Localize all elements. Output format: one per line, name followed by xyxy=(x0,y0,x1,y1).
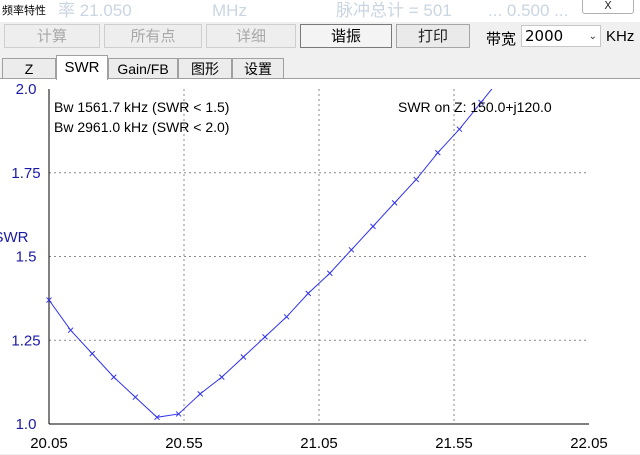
title-bar: 率 21.050 MHz 脉冲总计 = 501 ... 0.500 ... 频率… xyxy=(0,0,640,22)
close-button[interactable]: X xyxy=(582,0,634,14)
data-point-marker xyxy=(348,246,355,253)
chevron-down-icon: ⌄ xyxy=(588,31,597,42)
data-point-marker xyxy=(413,176,420,183)
tab-bar: Z SWR Gain/FB 图形 设置 xyxy=(0,55,640,80)
data-point-marker xyxy=(283,313,290,320)
x-tick-label: 20.55 xyxy=(165,435,203,452)
tab-settings[interactable]: 设置 xyxy=(232,58,284,79)
window-title: 频率特性 xyxy=(2,4,46,17)
bandwidth-swr-2-0: Bw 2961.0 kHz (SWR < 2.0) xyxy=(54,119,230,135)
all-points-button[interactable]: 所有点 xyxy=(104,24,202,48)
data-point-marker xyxy=(370,223,376,230)
close-icon: X xyxy=(604,0,612,12)
y-tick-label: 1.5 xyxy=(16,249,37,266)
toolbar: 计算 所有点 详细 谐振 打印 带宽 2000 ⌄ KHz xyxy=(0,22,640,52)
background-text-value: ... 0.500 ... xyxy=(488,1,569,20)
swr-on-z: SWR on Z: 150.0+j120.0 xyxy=(398,99,552,115)
print-button[interactable]: 打印 xyxy=(396,24,470,48)
data-point-marker xyxy=(89,350,96,357)
details-button[interactable]: 详细 xyxy=(206,24,296,48)
data-point-marker xyxy=(240,354,247,360)
calculate-button[interactable]: 计算 xyxy=(4,24,100,48)
x-tick-label: 20.05 xyxy=(30,435,68,452)
y-tick-label: 1.75 xyxy=(11,165,40,182)
x-tick-label: 22.05 xyxy=(570,435,608,452)
data-point-marker xyxy=(218,374,225,380)
resonance-button[interactable]: 谐振 xyxy=(300,24,392,48)
y-tick-label: 2.0 xyxy=(16,81,37,98)
tab-z[interactable]: Z xyxy=(2,58,56,79)
tab-gain-fb[interactable]: Gain/FB xyxy=(108,58,178,79)
y-tick-label: 1.0 xyxy=(16,416,37,433)
x-tick-label: 21.05 xyxy=(300,435,338,452)
swr-plot-panel: 2.0 1.75 1.5 1.25 1.0 20.05 20.55 21.05 21.55 22.… xyxy=(0,78,640,454)
background-text-unit: MHz xyxy=(212,1,247,20)
data-point-marker xyxy=(197,390,204,397)
x-tick-label: 21.55 xyxy=(435,435,473,452)
data-point-marker xyxy=(110,374,117,380)
y-axis-label: SWR xyxy=(0,229,29,246)
background-text-pulses: 脉冲总计 = 501 xyxy=(336,1,452,20)
data-point-marker xyxy=(305,290,312,297)
data-point-marker xyxy=(456,126,463,133)
bandwidth-label: 带宽 xyxy=(486,30,517,48)
data-point-marker xyxy=(434,149,441,156)
y-tick-label: 1.25 xyxy=(11,332,40,349)
bandwidth-select[interactable]: 2000 ⌄ xyxy=(521,25,601,47)
data-point-marker xyxy=(132,394,139,401)
data-point-marker xyxy=(67,327,74,334)
data-point-marker xyxy=(262,334,268,340)
data-point-marker xyxy=(391,200,398,206)
bandwidth-swr-1-5: Bw 1561.7 kHz (SWR < 1.5) xyxy=(54,99,230,115)
tab-swr[interactable]: SWR xyxy=(56,55,108,80)
tab-graph[interactable]: 图形 xyxy=(178,58,232,79)
bandwidth-unit: KHz xyxy=(606,28,635,45)
bandwidth-value: 2000 xyxy=(525,27,564,45)
background-text-frequency: 率 21.050 xyxy=(58,1,132,20)
data-point-marker xyxy=(326,270,333,277)
swr-chart: 2.0 1.75 1.5 1.25 1.0 20.05 20.55 21.05 21.55 22.… xyxy=(0,81,608,452)
